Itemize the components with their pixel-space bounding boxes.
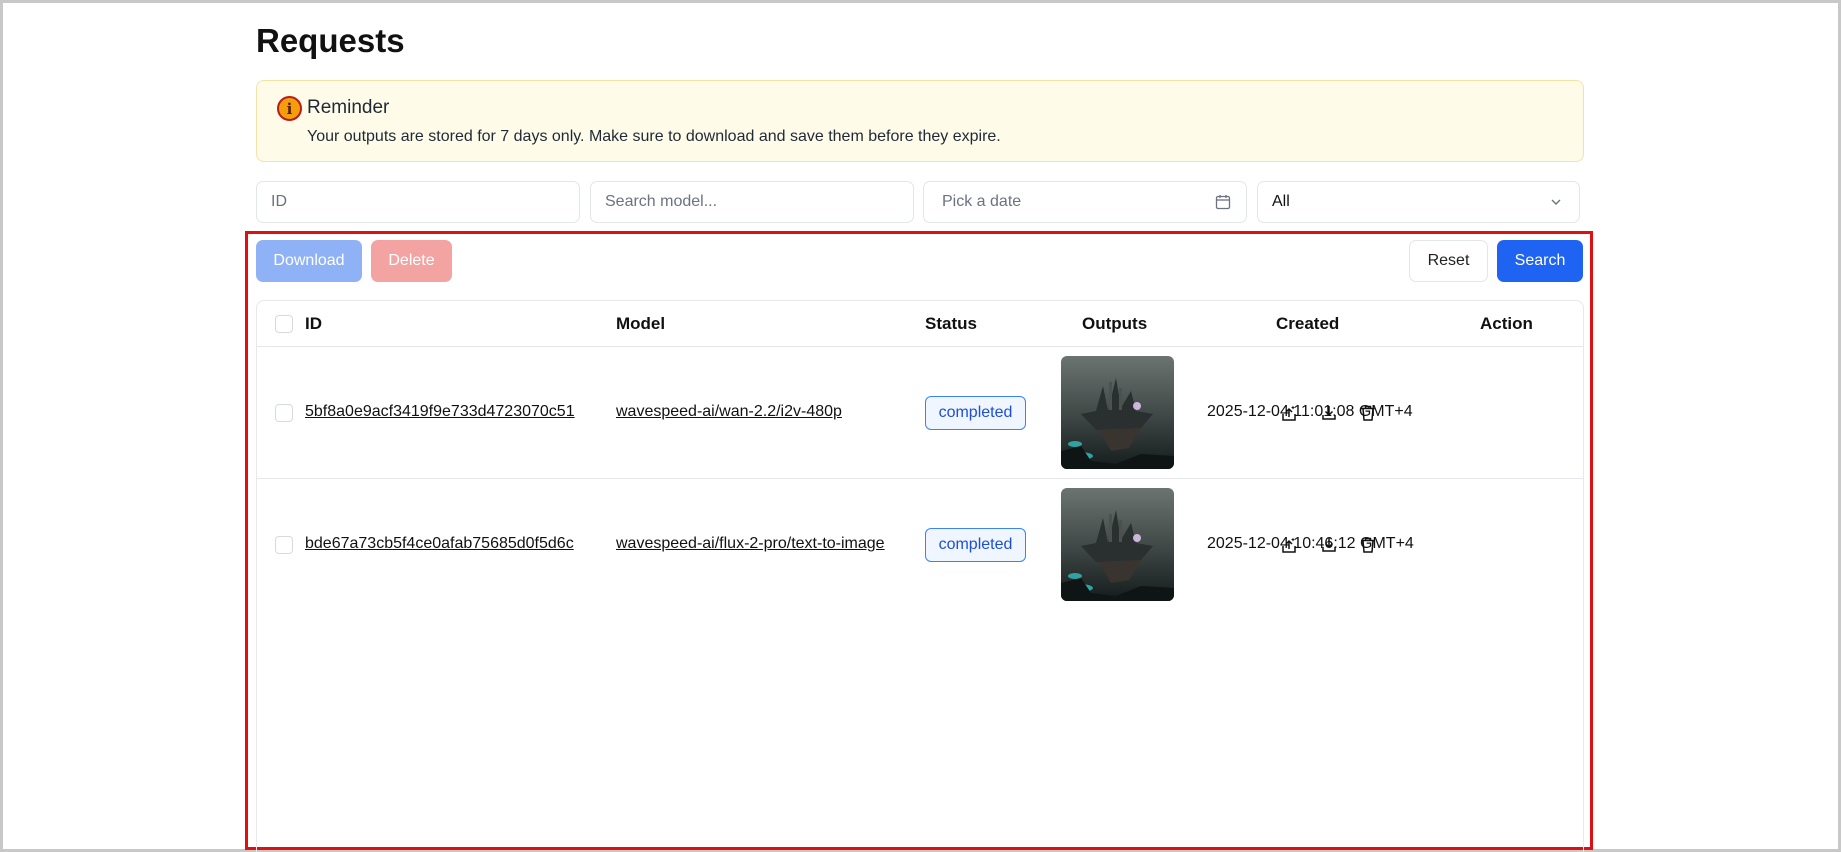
reminder-text: Your outputs are stored for 7 days only.… xyxy=(307,128,1001,145)
download-button[interactable]: Download xyxy=(256,240,362,282)
table-header: ID Model Status Outputs Created Action xyxy=(257,301,1583,347)
requests-table: ID Model Status Outputs Created Action 5… xyxy=(256,300,1584,852)
share-icon[interactable] xyxy=(1278,402,1300,424)
status-select[interactable]: All xyxy=(1257,181,1580,223)
status-badge: completed xyxy=(925,528,1026,562)
download-icon[interactable] xyxy=(1318,534,1340,556)
column-header-id: ID xyxy=(305,314,322,333)
row-checkbox[interactable] xyxy=(275,404,293,422)
created-timestamp: 2025-12-04 10:46:12 GMT+4 xyxy=(1207,535,1414,552)
calendar-icon xyxy=(1214,193,1232,211)
trash-icon[interactable] xyxy=(1357,402,1379,424)
download-icon[interactable] xyxy=(1318,402,1340,424)
model-search-input[interactable] xyxy=(605,193,899,211)
reminder-title: Reminder xyxy=(307,97,390,118)
share-icon[interactable] xyxy=(1278,534,1300,556)
model-link[interactable]: wavespeed-ai/flux-2-pro/text-to-image xyxy=(616,535,885,553)
table-row: 5bf8a0e9acf3419f9e733d4723070c51 wavespe… xyxy=(257,347,1583,479)
date-picker-placeholder: Pick a date xyxy=(942,193,1022,210)
select-all-checkbox[interactable] xyxy=(275,315,293,333)
column-header-outputs: Outputs xyxy=(1082,314,1148,333)
created-timestamp: 2025-12-04 11:01:08 GMT+4 xyxy=(1207,403,1413,420)
status-badge: completed xyxy=(925,396,1026,430)
id-filter-field[interactable] xyxy=(256,181,580,223)
trash-icon[interactable] xyxy=(1357,534,1379,556)
reset-button[interactable]: Reset xyxy=(1409,240,1488,282)
delete-button[interactable]: Delete xyxy=(371,240,452,282)
column-header-model: Model xyxy=(616,314,666,333)
column-header-action: Action xyxy=(1480,314,1533,333)
chevron-down-icon xyxy=(1547,193,1565,211)
column-header-created: Created xyxy=(1276,314,1340,333)
status-select-value: All xyxy=(1272,193,1290,210)
page-title: Requests xyxy=(256,22,405,59)
reminder-banner: i Reminder Your outputs are stored for 7… xyxy=(256,80,1584,162)
model-link[interactable]: wavespeed-ai/wan-2.2/i2v-480p xyxy=(616,403,842,421)
info-icon: i xyxy=(277,96,302,121)
table-row: bde67a73cb5f4ce0afab75685d0f5d6c wavespe… xyxy=(257,479,1583,611)
output-thumbnail[interactable] xyxy=(1061,488,1174,601)
model-filter-field[interactable] xyxy=(590,181,914,223)
search-button[interactable]: Search xyxy=(1497,240,1583,282)
row-checkbox[interactable] xyxy=(275,536,293,554)
id-filter-input[interactable] xyxy=(271,193,565,211)
output-thumbnail[interactable] xyxy=(1061,356,1174,469)
date-picker[interactable]: Pick a date xyxy=(923,181,1247,223)
request-id-link[interactable]: bde67a73cb5f4ce0afab75685d0f5d6c xyxy=(305,535,574,553)
request-id-link[interactable]: 5bf8a0e9acf3419f9e733d4723070c51 xyxy=(305,403,575,421)
column-header-status: Status xyxy=(925,314,977,333)
